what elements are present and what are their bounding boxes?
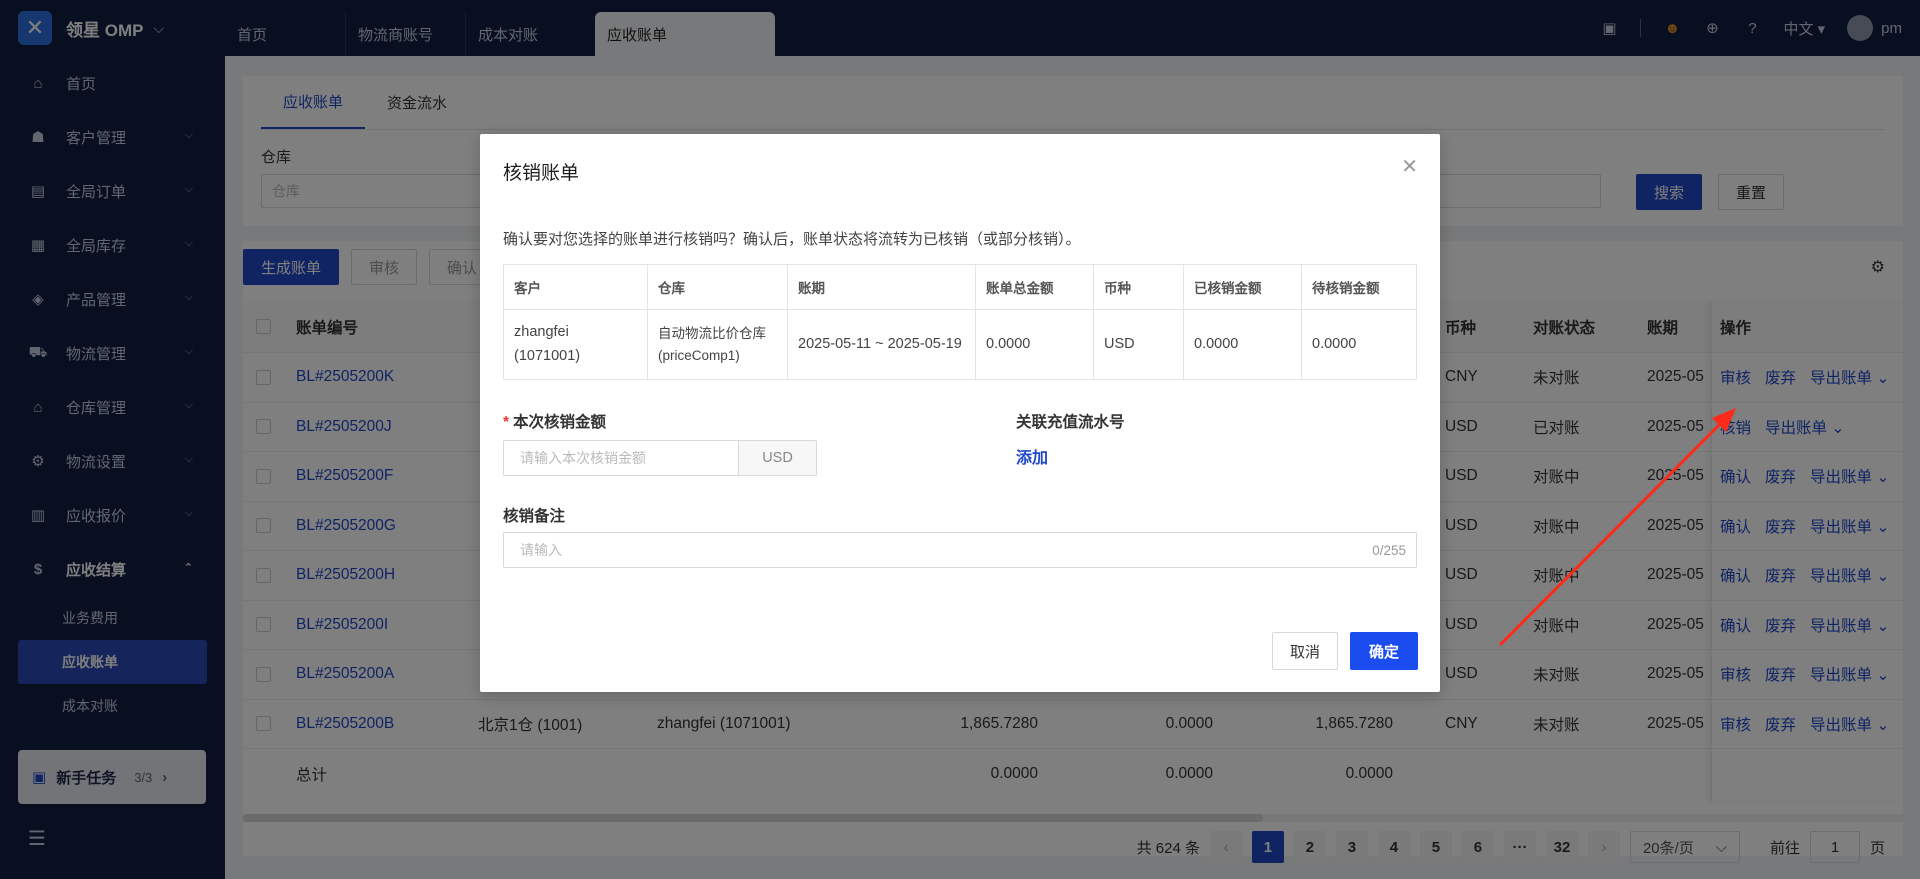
write-off-modal: 核销账单 ✕ 确认要对您选择的账单进行核销吗？确认后，账单状态将流转为已核销（或… [480,134,1440,692]
col-period: 账期 [787,264,976,310]
period-cell: 2025-05-11 ~ 2025-05-19 [787,309,976,380]
amount-label-text: 本次核销金额 [513,414,607,431]
related-flow-label: 关联充值流水号 [1016,414,1125,431]
total-cell: 0.0000 [975,309,1094,380]
note-label: 核销备注 [503,508,566,525]
amount-field[interactable]: 请输入本次核销金额 USD [503,440,817,476]
note-counter: 0/255 [1372,542,1406,558]
col-pending: 待核销金额 [1301,264,1417,310]
col-customer: 客户 [503,264,648,310]
col-settled: 已核销金额 [1183,264,1302,310]
modal-title: 核销账单 [503,163,580,184]
note-placeholder: 请输入 [520,542,562,558]
amount-input[interactable]: 请输入本次核销金额 [504,441,738,475]
settled-cell: 0.0000 [1183,309,1302,380]
add-link[interactable]: 添加 [1016,444,1048,468]
col-warehouse: 仓库 [647,264,788,310]
col-total: 账单总金额 [975,264,1094,310]
modal-description: 确认要对您选择的账单进行核销吗？确认后，账单状态将流转为已核销（或部分核销）。 [503,231,1081,248]
pending-cell: 0.0000 [1301,309,1417,380]
ok-button[interactable]: 确定 [1350,632,1418,670]
note-input[interactable]: 请输入 0/255 [503,532,1417,568]
required-marker: * [503,414,510,431]
bill-summary-table: 客户 仓库 账期 账单总金额 币种 已核销金额 待核销金额 zhangfei (… [503,264,1417,380]
amount-currency-suffix: USD [738,441,816,475]
currency-cell: USD [1093,309,1184,380]
table-header: 客户 仓库 账期 账单总金额 币种 已核销金额 待核销金额 [503,264,1417,310]
close-icon[interactable]: ✕ [1401,154,1418,179]
col-currency: 币种 [1093,264,1184,310]
customer-cell: zhangfei (1071001) [503,309,648,380]
amount-label: * 本次核销金额 [503,410,606,432]
cancel-button[interactable]: 取消 [1272,632,1338,670]
table-row: zhangfei (1071001) 自动物流比价仓库(priceComp1) … [503,309,1417,380]
warehouse-cell: 自动物流比价仓库(priceComp1) [647,309,788,380]
